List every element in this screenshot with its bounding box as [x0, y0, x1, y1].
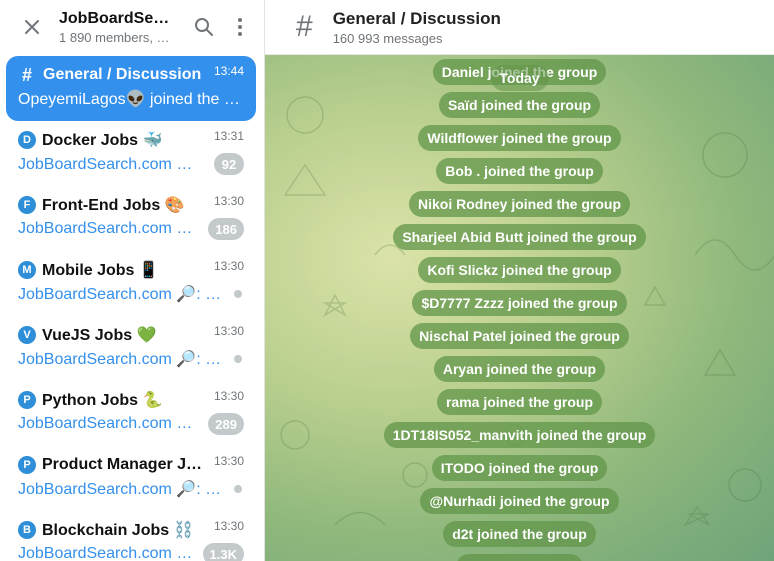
- topic-letter-icon: P: [18, 456, 36, 474]
- more-vertical-icon: [238, 18, 242, 36]
- unread-badge: 289: [208, 413, 244, 435]
- topic-letter-icon: P: [18, 391, 36, 409]
- topic-item[interactable]: P Product Manager Jobs 13:30 JobBoardSear…: [6, 446, 256, 511]
- topic-time: 13:30: [213, 389, 244, 403]
- service-message: Sharjeel Abid Butt joined the group: [393, 224, 646, 250]
- topic-letter-icon: V: [18, 326, 36, 344]
- topic-list: # General / Discussion 13:44 OpeyemiLagos…: [0, 54, 264, 561]
- service-message: Wildflower joined the group: [418, 125, 621, 151]
- service-message: Kofi Slickz joined the group: [418, 257, 621, 283]
- message-area[interactable]: Daniel joined the groupSaïd joined the g…: [265, 55, 774, 561]
- muted-dot: [234, 485, 242, 493]
- topic-item[interactable]: D Docker Jobs 🐳 13:31 JobBoardSearch.com …: [6, 121, 256, 186]
- topic-name: Product Manager Jobs: [42, 456, 207, 473]
- topic-letter-icon: M: [18, 261, 36, 279]
- sidebar-header: JobBoardSearch 1 890 members, 3 topics: [0, 0, 264, 54]
- chat-panel: # General / Discussion 160 993 messages …: [265, 0, 774, 561]
- service-message: Saïd joined the group: [438, 92, 601, 118]
- service-message: d2t joined the group: [443, 521, 596, 547]
- service-message: Nischal Patel joined the group: [410, 323, 629, 349]
- muted-dot: [234, 355, 242, 363]
- service-message: $D7777 Zzzz joined the group: [412, 290, 627, 316]
- topic-time: 13:44: [213, 64, 244, 78]
- topic-time: 13:30: [213, 194, 244, 208]
- topic-letter-icon: D: [18, 131, 36, 149]
- topics-sidebar: JobBoardSearch 1 890 members, 3 topics #…: [0, 0, 265, 561]
- service-message: rama joined the group: [436, 389, 602, 415]
- unread-badge: 186: [208, 218, 244, 240]
- message-list: Daniel joined the groupSaïd joined the g…: [265, 59, 774, 561]
- topic-name: Mobile Jobs 📱: [42, 262, 159, 279]
- topic-letter-icon: B: [18, 521, 36, 539]
- topic-item[interactable]: P Python Jobs 🐍 13:30 JobBoardSearch.com …: [6, 381, 256, 446]
- topic-preview: JobBoardSearch.com 🔎: New job posting: [18, 156, 208, 173]
- topic-name: Docker Jobs 🐳: [42, 132, 163, 149]
- service-message: 1DT18IS052_manvith joined the group: [383, 422, 656, 448]
- date-separator: Today: [490, 65, 549, 91]
- topic-name: Front-End Jobs 🎨: [42, 197, 185, 214]
- search-icon: [195, 18, 213, 36]
- topic-preview: OpeyemiLagos👽 joined the group: [18, 91, 244, 108]
- topic-item[interactable]: B Blockchain Jobs ⛓️ 13:30 JobBoardSearch…: [6, 511, 256, 561]
- unread-badge: 1.3K: [202, 543, 244, 561]
- topic-time: 13:30: [213, 259, 244, 273]
- service-message: Bob . joined the group: [436, 158, 603, 184]
- topic-preview: JobBoardSearch.com New job posting: [18, 415, 202, 432]
- topic-preview: JobBoardSearch.com 🔎: 📢 New job posting: [18, 481, 228, 498]
- unread-badge: 92: [214, 153, 244, 175]
- topic-preview: JobBoardSearch.com 🔎: 📢 New job posting: [18, 286, 228, 303]
- hash-icon: #: [21, 64, 32, 85]
- topic-letter-icon: F: [18, 196, 36, 214]
- topic-hash-icon: #: [296, 10, 313, 43]
- chat-subtitle: 160 993 messages: [332, 30, 443, 46]
- topic-preview: JobBoardSearch.com 🔎: 📢 New job posting: [18, 351, 228, 368]
- topic-time: 13:31: [213, 129, 244, 143]
- service-message: ITODO joined the group: [431, 455, 608, 481]
- service-message: joined the group: [455, 554, 584, 561]
- topic-time: 13:30: [213, 324, 244, 338]
- service-message: @Nurhadi joined the group: [420, 488, 619, 514]
- service-message: Aryan joined the group: [433, 356, 606, 382]
- topic-preview: JobBoardSearch.com New job posting: [18, 220, 202, 237]
- topic-item[interactable]: # General / Discussion 13:44 OpeyemiLagos…: [6, 56, 256, 121]
- service-message: Nikoi Rodney joined the group: [409, 191, 630, 217]
- muted-dot: [234, 290, 242, 298]
- search-button[interactable]: [186, 9, 222, 45]
- topic-preview: JobBoardSearch.com New job posting: [18, 545, 197, 561]
- chat-header[interactable]: # General / Discussion 160 993 messages: [265, 0, 774, 55]
- topic-name: General / Discussion: [43, 66, 202, 83]
- group-subtitle: 1 890 members, 3 topics: [59, 29, 171, 45]
- chat-title: General / Discussion: [332, 8, 501, 28]
- close-button[interactable]: [18, 13, 46, 41]
- topic-time: 13:30: [213, 454, 244, 468]
- more-menu-button[interactable]: [222, 9, 258, 45]
- topic-name: Python Jobs 🐍: [42, 392, 163, 409]
- app-window: JobBoardSearch 1 890 members, 3 topics #…: [0, 0, 774, 561]
- topic-time: 13:30: [213, 519, 244, 533]
- topic-name: VueJS Jobs 💚: [42, 327, 157, 344]
- topic-name: Blockchain Jobs ⛓️: [42, 522, 194, 539]
- group-title: JobBoardSearch: [59, 9, 171, 27]
- close-icon: [25, 20, 39, 34]
- topic-item[interactable]: M Mobile Jobs 📱 13:30 JobBoardSearch.com …: [6, 251, 256, 316]
- topic-item[interactable]: F Front-End Jobs 🎨 13:30 JobBoardSearch.c…: [6, 186, 256, 251]
- topic-item[interactable]: V VueJS Jobs 💚 13:30 JobBoardSearch.com 🔎…: [6, 316, 256, 381]
